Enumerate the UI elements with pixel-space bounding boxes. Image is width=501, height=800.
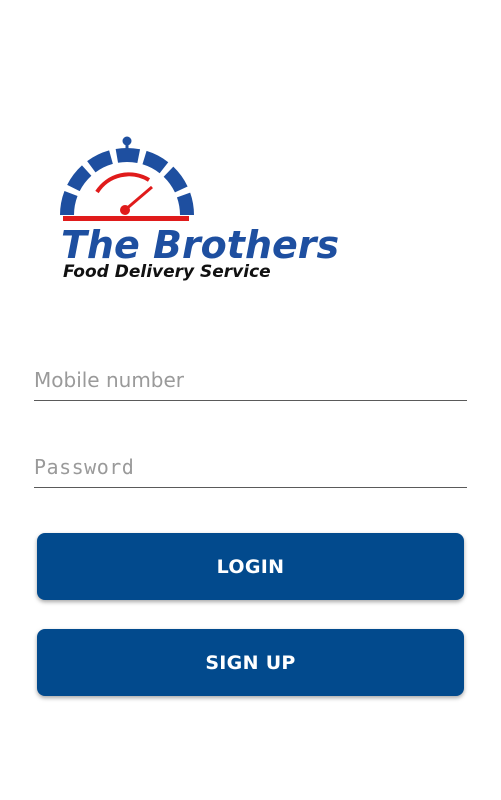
speedometer-icon [60,136,194,221]
password-field [34,447,467,488]
brand-title: The Brothers [61,223,339,267]
brand-logo: The Brothers Food Delivery Service [55,130,445,285]
mobile-number-field [34,360,467,401]
mobile-number-input[interactable] [34,360,467,400]
login-button[interactable]: LOGIN [37,533,464,600]
signup-button-label: SIGN UP [205,651,296,674]
password-input[interactable] [34,447,467,487]
login-button-label: LOGIN [216,555,285,578]
brand-tagline: Food Delivery Service [63,262,271,282]
signup-button[interactable]: SIGN UP [37,629,464,696]
